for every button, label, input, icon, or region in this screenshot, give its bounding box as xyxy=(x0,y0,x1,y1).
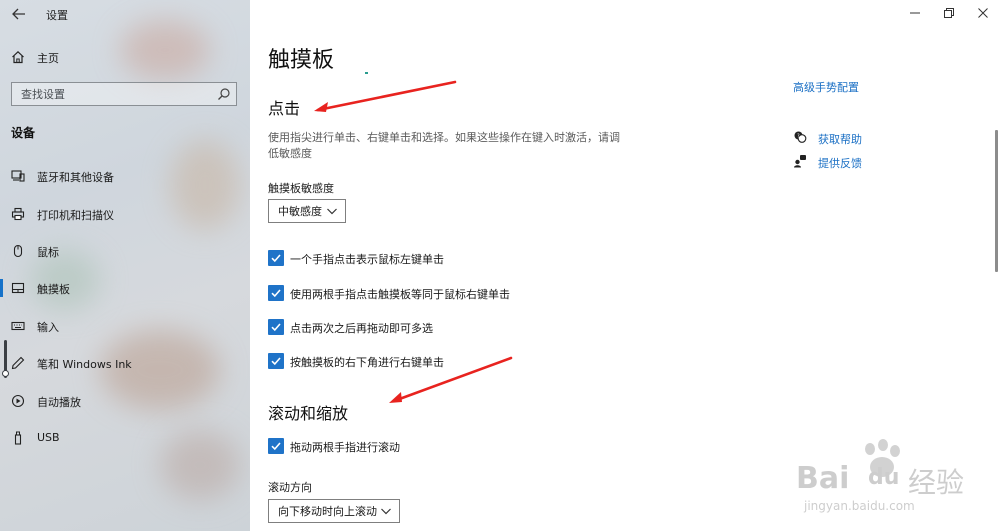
back-button[interactable] xyxy=(8,4,30,24)
sidebar-item-usb[interactable]: USB xyxy=(0,425,250,451)
dropdown-value: 向下移动时向上滚动 xyxy=(278,505,377,518)
scroll-direction-dropdown[interactable]: 向下移动时向上滚动 xyxy=(268,499,400,523)
checkbox[interactable] xyxy=(268,250,284,266)
sidebar-item-label: 主页 xyxy=(37,52,59,65)
sensitivity-label: 触摸板敏感度 xyxy=(268,182,334,195)
checkbox-label: 点击两次之后再拖动即可多选 xyxy=(290,322,433,335)
sidebar-item-typing[interactable]: 输入 xyxy=(0,313,250,339)
printer-icon xyxy=(10,206,26,222)
checkbox[interactable] xyxy=(268,353,284,369)
sidebar-item-home[interactable]: 主页 xyxy=(0,46,250,68)
main-content: 触摸板 点击 使用指尖进行单击、右键单击和选择。如果这些操作在键入时激活，请调低… xyxy=(250,0,1000,531)
section-title: 设备 xyxy=(11,126,36,140)
checkbox[interactable] xyxy=(268,319,284,335)
window-controls xyxy=(898,0,1000,28)
page-title: 触摸板 xyxy=(268,48,335,73)
autoplay-icon xyxy=(10,393,26,409)
sensitivity-dropdown[interactable]: 中敏感度 xyxy=(268,199,346,223)
restore-button[interactable] xyxy=(932,0,966,26)
watermark-url: jingyan.baidu.com xyxy=(804,499,915,513)
watermark-brand-du: du xyxy=(868,465,900,490)
section-heading-scroll: 滚动和缩放 xyxy=(268,404,349,423)
section-heading-taps: 点击 xyxy=(268,99,301,118)
feedback-icon xyxy=(793,154,807,168)
chevron-down-icon xyxy=(381,508,391,515)
checkbox-label: 拖动两根手指进行滚动 xyxy=(290,441,400,454)
scroll-direction-label: 滚动方向 xyxy=(268,481,312,494)
checkmark-icon xyxy=(271,357,281,366)
scrollbar[interactable] xyxy=(995,130,998,272)
usb-icon xyxy=(10,430,26,446)
home-icon xyxy=(10,49,26,65)
advanced-gesture-link[interactable]: 高级手势配置 xyxy=(793,79,859,95)
checkbox[interactable] xyxy=(268,438,284,454)
arrow-left-icon xyxy=(12,8,25,20)
pen-slider-decoration xyxy=(2,340,9,380)
pen-icon xyxy=(10,355,26,371)
keyboard-icon xyxy=(10,318,26,334)
restore-icon xyxy=(944,8,954,18)
help-chat-icon: ? xyxy=(793,130,807,144)
search-box xyxy=(11,82,237,106)
sidebar-item-pen[interactable]: 笔和 Windows Ink xyxy=(0,350,250,376)
touchpad-icon xyxy=(10,280,26,296)
checkmark-icon xyxy=(271,323,281,332)
sidebar-item-printers[interactable]: 打印机和扫描仪 xyxy=(0,201,250,227)
feedback-link[interactable]: 提供反馈 xyxy=(818,155,862,171)
minimize-icon xyxy=(910,12,920,14)
bluetooth-devices-icon xyxy=(10,168,26,184)
svg-text:?: ? xyxy=(797,134,800,140)
sidebar-item-bluetooth[interactable]: 蓝牙和其他设备 xyxy=(0,163,250,189)
sidebar-item-label: 输入 xyxy=(37,321,59,334)
minimize-button[interactable] xyxy=(898,0,932,26)
title-bar: 设置 xyxy=(0,0,250,28)
mouse-icon xyxy=(10,243,26,259)
sidebar-item-label: 触摸板 xyxy=(37,283,70,296)
checkmark-icon xyxy=(271,289,281,298)
taps-description: 使用指尖进行单击、右键单击和选择。如果这些操作在键入时激活，请调低敏感度 xyxy=(268,131,620,160)
watermark-brand: Bai xyxy=(796,461,850,496)
checkmark-icon xyxy=(271,254,281,263)
annotation-arrow xyxy=(389,356,513,403)
close-button[interactable] xyxy=(966,0,1000,26)
annotation-arrow xyxy=(314,80,457,112)
checkbox-label: 一个手指点击表示鼠标左键单击 xyxy=(290,253,444,266)
search-icon[interactable] xyxy=(217,87,231,101)
baidu-jingyan-watermark: Bai du 经验 jingyan.baidu.com xyxy=(796,435,986,515)
sidebar-item-label: 蓝牙和其他设备 xyxy=(37,171,114,184)
checkmark-icon xyxy=(271,442,281,451)
watermark-brand-cn: 经验 xyxy=(908,466,965,499)
active-indicator xyxy=(0,279,3,297)
close-icon xyxy=(978,8,988,18)
search-input[interactable] xyxy=(12,83,212,105)
sidebar-item-mouse[interactable]: 鼠标 xyxy=(0,238,250,264)
checkbox-label: 使用两根手指点击触摸板等同于鼠标右键单击 xyxy=(290,288,510,301)
sidebar-item-label: 鼠标 xyxy=(37,246,59,259)
sidebar-item-label: 自动播放 xyxy=(37,396,81,409)
app-title: 设置 xyxy=(46,9,68,22)
decoration-mark xyxy=(365,72,368,74)
sidebar-item-autoplay[interactable]: 自动播放 xyxy=(0,388,250,414)
sidebar-item-touchpad[interactable]: 触摸板 xyxy=(0,275,250,301)
sidebar-item-label: 笔和 Windows Ink xyxy=(37,358,132,371)
dropdown-value: 中敏感度 xyxy=(278,205,322,218)
chevron-down-icon xyxy=(327,208,337,215)
get-help-link[interactable]: 获取帮助 xyxy=(818,131,862,147)
sidebar-item-label: 打印机和扫描仪 xyxy=(37,209,114,222)
sidebar-item-label: USB xyxy=(37,431,60,444)
checkbox[interactable] xyxy=(268,285,284,301)
settings-sidebar: 设置 主页 设备 蓝牙和其他设备 打印机和扫描仪 鼠标 触摸板 xyxy=(0,0,250,531)
